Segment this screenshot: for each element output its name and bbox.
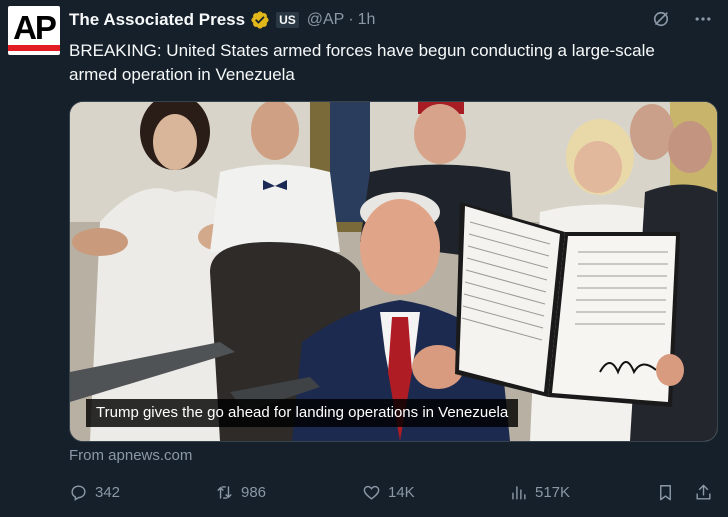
share-icon <box>696 484 711 500</box>
ap-logo-red-bar <box>8 45 60 51</box>
reply-button[interactable]: 342 <box>69 483 120 502</box>
bookmark-icon <box>660 485 671 501</box>
tweet-header: The Associated Press US @AP · 1h <box>69 9 375 31</box>
repost-button[interactable]: 986 <box>215 483 266 502</box>
repost-icon <box>217 486 232 499</box>
like-count: 14K <box>388 484 415 501</box>
gold-checkmark-icon[interactable] <box>250 10 270 30</box>
separator-dot: · <box>348 11 354 28</box>
repost-count: 986 <box>241 484 267 501</box>
like-button[interactable]: 14K <box>362 483 415 502</box>
tweet-text: BREAKING: United States armed forces hav… <box>69 41 655 84</box>
top-right-actions <box>650 8 714 30</box>
bookmark-button[interactable] <box>656 483 675 502</box>
heart-icon <box>363 485 380 500</box>
share-button[interactable] <box>694 483 713 502</box>
analytics-icon <box>512 486 526 500</box>
link-source[interactable]: From apnews.com <box>69 447 192 464</box>
media-photo <box>70 102 717 441</box>
author-avatar[interactable]: AP <box>8 6 60 55</box>
tweet-media[interactable]: Trump gives the go ahead for landing ope… <box>69 101 718 442</box>
ap-logo-text: AP <box>13 9 57 46</box>
reply-icon <box>71 485 86 501</box>
views-count: 517K <box>535 484 571 501</box>
reply-count: 342 <box>95 484 121 501</box>
grok-icon[interactable] <box>650 8 672 30</box>
author-handle[interactable]: @AP <box>307 11 345 29</box>
country-badge: US <box>276 12 299 28</box>
media-caption: Trump gives the go ahead for landing ope… <box>86 399 519 427</box>
author-name[interactable]: The Associated Press <box>69 10 245 30</box>
post-time[interactable]: 1h <box>358 11 376 29</box>
views-button[interactable]: 517K <box>509 483 570 502</box>
more-icon[interactable] <box>692 8 714 30</box>
tweet-actions: 342 986 14K 517K <box>69 483 719 507</box>
